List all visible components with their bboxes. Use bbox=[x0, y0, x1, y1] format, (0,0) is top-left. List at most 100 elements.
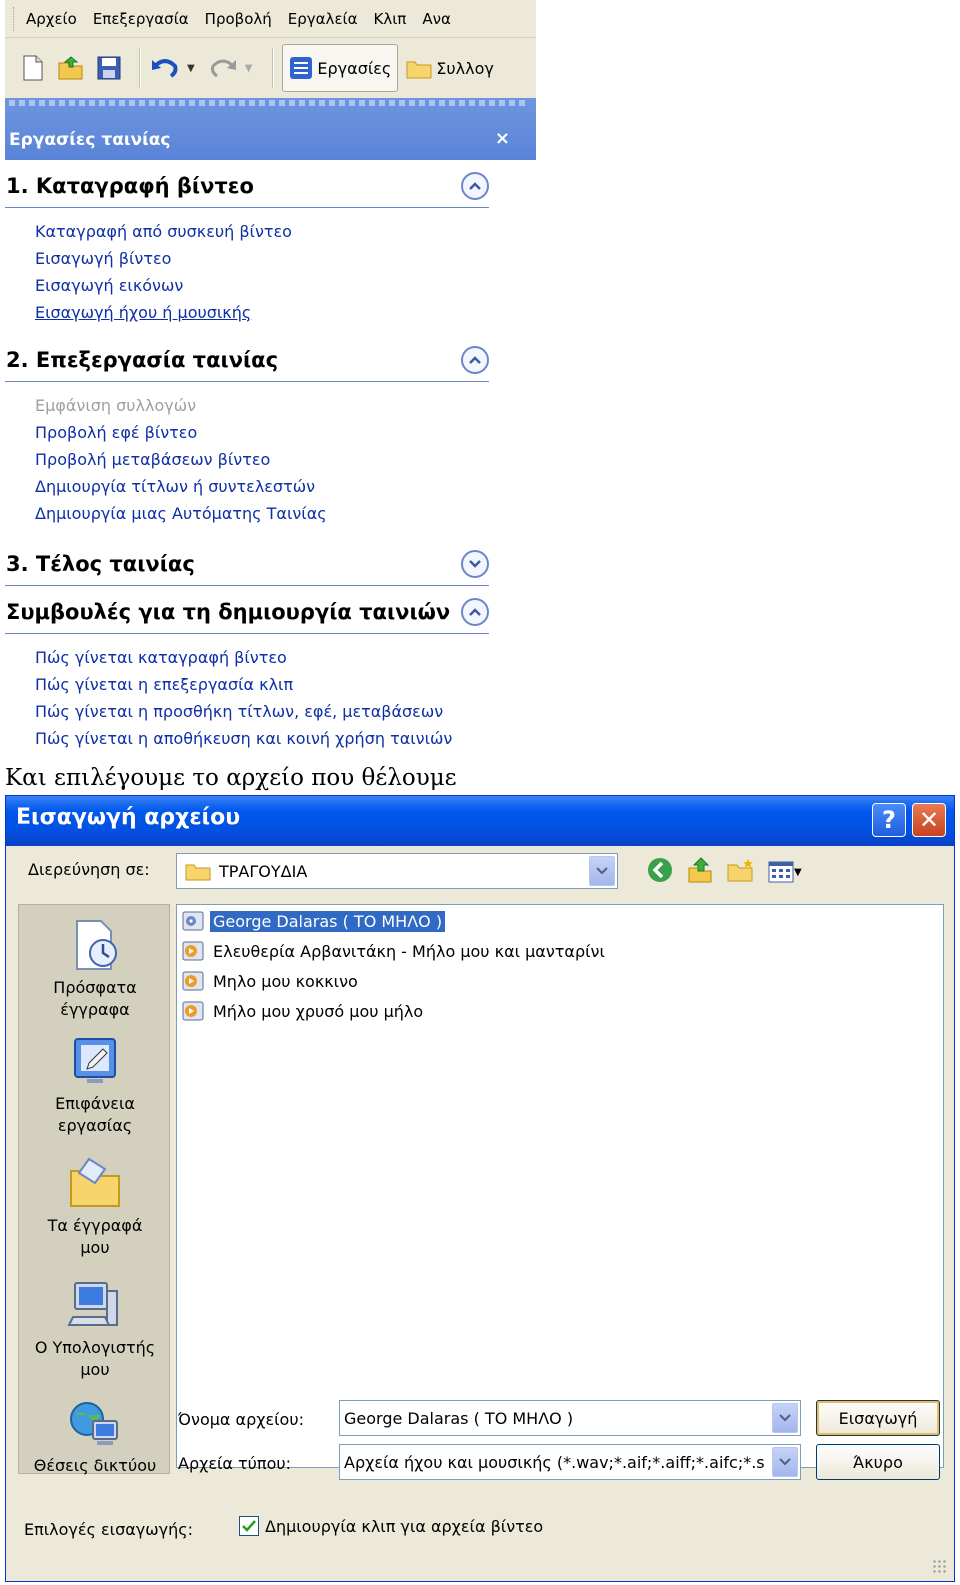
section-links: Εμφάνιση συλλογών Προβολή εφέ βίντεο Προ… bbox=[5, 382, 489, 527]
open-project-button[interactable] bbox=[55, 52, 87, 84]
view-menu-arrow-icon: ▼ bbox=[794, 866, 802, 878]
chevron-up-icon[interactable] bbox=[461, 171, 489, 200]
menu-view[interactable]: Προβολή bbox=[205, 10, 272, 28]
toolbar-separator bbox=[139, 48, 141, 88]
look-in-dropdown-button[interactable] bbox=[589, 856, 615, 886]
place-network-places[interactable]: Θέσεις δικτύου bbox=[19, 1401, 171, 1477]
section-finish-movie: 3. Τέλος ταινίας bbox=[5, 542, 489, 586]
section-header[interactable]: 3. Τέλος ταινίας bbox=[5, 542, 489, 586]
menu-play[interactable]: Ανα bbox=[422, 10, 451, 28]
up-folder-button[interactable] bbox=[686, 856, 714, 888]
link-import-video[interactable]: Εισαγωγή βίντεο bbox=[35, 245, 489, 272]
movie-maker-window: Αρχείο Επεξεργασία Προβολή Εργαλεία Κλιπ… bbox=[5, 0, 536, 765]
redo-dropdown-arrow[interactable]: ▼ bbox=[245, 63, 253, 74]
filename-value[interactable]: George Dalaras ( ΤΟ ΜΗΛΟ ) bbox=[344, 1409, 764, 1428]
section-title: 2. Επεξεργασία ταινίας bbox=[6, 347, 279, 372]
place-my-computer[interactable]: Ο Υπολογιστής μου bbox=[19, 1277, 171, 1381]
file-item[interactable]: Μηλο μου κοκκινο bbox=[182, 967, 361, 995]
menu-clip[interactable]: Κλιπ bbox=[374, 10, 407, 28]
collections-folder-icon bbox=[406, 61, 432, 79]
open-folder-icon bbox=[58, 56, 83, 80]
caption-text: Και επιλέγουμε το αρχείο που θέλουμε bbox=[5, 765, 457, 791]
undo-button[interactable] bbox=[149, 52, 181, 84]
audio-file-icon bbox=[182, 911, 204, 931]
file-name: Ελευθερία Αρβανιτάκη - Μήλο μου και μαντ… bbox=[213, 941, 605, 961]
section-edit-movie: 2. Επεξεργασία ταινίας Εμφάνιση συλλογών… bbox=[5, 338, 489, 527]
import-button[interactable]: Εισαγωγή bbox=[816, 1400, 940, 1436]
checkmark-icon bbox=[242, 1520, 256, 1532]
link-tip-capture-video[interactable]: Πώς γίνεται καταγραφή βίντεο bbox=[35, 644, 489, 671]
link-show-collections: Εμφάνιση συλλογών bbox=[35, 396, 197, 415]
media-file-icon bbox=[182, 941, 204, 961]
file-name: George Dalaras ( ΤΟ ΜΗΛΟ ) bbox=[208, 909, 447, 933]
create-clips-checkbox[interactable]: Δημιουργία κλιπ για αρχεία βίντεο bbox=[239, 1516, 543, 1536]
link-make-titles-credits[interactable]: Δημιουργία τίτλων ή συντελεστών bbox=[35, 473, 489, 500]
redo-icon bbox=[210, 59, 236, 78]
back-button[interactable] bbox=[646, 856, 674, 888]
redo-button[interactable] bbox=[207, 52, 239, 84]
tasks-list-icon bbox=[290, 57, 313, 79]
toolbar: ▼ ▼ Εργασίες Συλλογ bbox=[5, 38, 536, 98]
file-list[interactable]: George Dalaras ( ΤΟ ΜΗΛΟ ) Ελευθερία Αρβ… bbox=[176, 904, 944, 1468]
resize-grip[interactable] bbox=[932, 1559, 948, 1575]
checkbox-box[interactable] bbox=[239, 1516, 259, 1536]
undo-dropdown-arrow[interactable]: ▼ bbox=[187, 63, 195, 74]
chevron-down-icon bbox=[779, 1414, 791, 1422]
section-header[interactable]: Συμβουλές για τη δημιουργία ταινιών bbox=[5, 590, 489, 634]
place-recent-documents[interactable]: Πρόσφατα έγγραφα bbox=[19, 917, 171, 1021]
place-my-documents[interactable]: Τα έγγραφά μου bbox=[19, 1155, 171, 1259]
link-import-pictures[interactable]: Εισαγωγή εικόνων bbox=[35, 272, 489, 299]
task-pane-close-icon[interactable]: × bbox=[495, 128, 510, 149]
place-label: Επιφάνεια εργασίας bbox=[55, 1094, 135, 1135]
link-view-video-transitions[interactable]: Προβολή μεταβάσεων βίντεο bbox=[35, 446, 489, 473]
save-project-button[interactable] bbox=[93, 52, 125, 84]
back-arrow-icon bbox=[648, 858, 672, 882]
filename-combobox[interactable]: George Dalaras ( ΤΟ ΜΗΛΟ ) bbox=[339, 1400, 801, 1436]
cancel-button[interactable]: Άκυρο bbox=[816, 1444, 940, 1480]
link-import-audio-music[interactable]: Εισαγωγή ήχου ή μουσικής bbox=[35, 299, 489, 326]
file-item[interactable]: George Dalaras ( ΤΟ ΜΗΛΟ ) bbox=[182, 907, 447, 935]
filetype-dropdown[interactable]: Αρχεία ήχου και μουσικής (*.wav;*.aif;*.… bbox=[339, 1444, 801, 1480]
filetype-dropdown-button[interactable] bbox=[772, 1447, 798, 1477]
section-links: Πώς γίνεται καταγραφή βίντεο Πώς γίνεται… bbox=[5, 634, 489, 752]
link-tip-edit-clips[interactable]: Πώς γίνεται η επεξεργασία κλιπ bbox=[35, 671, 489, 698]
my-computer-icon bbox=[67, 1282, 118, 1326]
link-make-automovie[interactable]: Δημιουργία μιας Αυτόματης Ταινίας bbox=[35, 500, 489, 527]
tasks-button[interactable]: Εργασίες bbox=[282, 44, 399, 92]
chevron-up-icon[interactable] bbox=[461, 597, 489, 626]
new-folder-button[interactable] bbox=[726, 857, 756, 887]
filetype-label: Αρχεία τύπου: bbox=[178, 1454, 291, 1473]
filetype-value: Αρχεία ήχου και μουσικής (*.wav;*.aif;*.… bbox=[344, 1452, 764, 1472]
section-links: Καταγραφή από συσκευή βίντεο Εισαγωγή βί… bbox=[5, 208, 489, 326]
file-name: Μηλο μου κοκκινο bbox=[213, 971, 358, 991]
media-file-icon bbox=[182, 1001, 204, 1021]
close-icon: ✕ bbox=[918, 806, 940, 834]
new-project-button[interactable] bbox=[17, 52, 49, 84]
chevron-up-icon[interactable] bbox=[461, 345, 489, 374]
file-item[interactable]: Μήλο μου χρυσό μου μήλο bbox=[182, 997, 426, 1025]
link-view-video-effects[interactable]: Προβολή εφέ βίντεο bbox=[35, 419, 489, 446]
section-movie-tips: Συμβουλές για τη δημιουργία ταινιών Πώς … bbox=[5, 590, 489, 752]
look-in-value: ΤΡΑΓΟΥΔΙΑ bbox=[219, 861, 308, 881]
task-pane-body: 1. Καταγραφή βίντεο Καταγραφή από συσκευ… bbox=[5, 160, 536, 765]
collections-button[interactable]: Συλλογ bbox=[406, 57, 494, 79]
place-desktop[interactable]: Επιφάνεια εργασίας bbox=[19, 1033, 171, 1137]
task-pane-header-pattern bbox=[9, 100, 529, 106]
file-item[interactable]: Ελευθερία Αρβανιτάκη - Μήλο μου και μαντ… bbox=[182, 937, 608, 965]
view-menu-button[interactable]: ▼ bbox=[768, 861, 802, 883]
section-header[interactable]: 1. Καταγραφή βίντεο bbox=[5, 164, 489, 208]
menu-file[interactable]: Αρχείο bbox=[26, 10, 77, 28]
filename-dropdown-button[interactable] bbox=[772, 1403, 798, 1433]
link-capture-from-device[interactable]: Καταγραφή από συσκευή βίντεο bbox=[35, 218, 489, 245]
menu-tools[interactable]: Εργαλεία bbox=[288, 10, 358, 28]
collections-button-label: Συλλογ bbox=[436, 58, 494, 78]
look-in-dropdown[interactable]: ΤΡΑΓΟΥΔΙΑ bbox=[176, 853, 618, 889]
help-button[interactable]: ? bbox=[872, 803, 906, 837]
close-button[interactable]: ✕ bbox=[912, 803, 946, 837]
link-tip-save-share[interactable]: Πώς γίνεται η αποθήκευση και κοινή χρήση… bbox=[35, 725, 489, 752]
chevron-down-icon[interactable] bbox=[461, 549, 489, 578]
import-options-label: Επιλογές εισαγωγής: bbox=[24, 1520, 194, 1539]
link-tip-add-titles-effects[interactable]: Πώς γίνεται η προσθήκη τίτλων, εφέ, μετα… bbox=[35, 698, 489, 725]
menu-edit[interactable]: Επεξεργασία bbox=[93, 10, 189, 28]
section-header[interactable]: 2. Επεξεργασία ταινίας bbox=[5, 338, 489, 382]
